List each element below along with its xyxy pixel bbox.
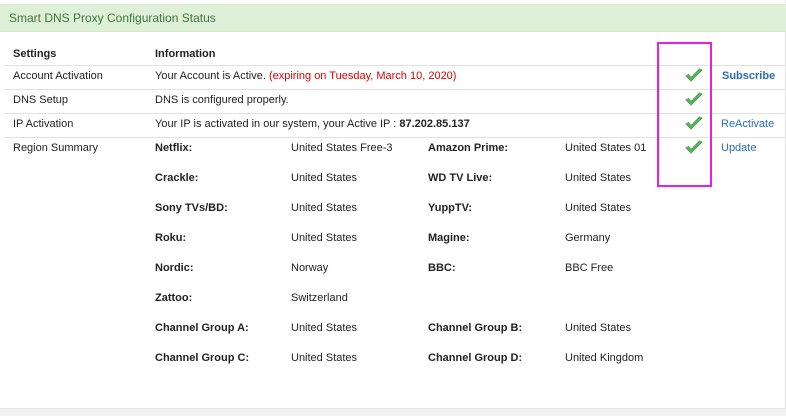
region-label: WD TV Live: — [428, 172, 493, 184]
region-label: Amazon Prime: — [428, 142, 509, 154]
region-value: United States — [291, 322, 358, 334]
update-link[interactable]: Update — [721, 141, 756, 155]
status-panel: Smart DNS Proxy Configuration Status Set… — [0, 0, 786, 408]
region-value: United States — [291, 202, 358, 214]
reactivate-link[interactable]: ReActivate — [721, 117, 774, 131]
region-value: Norway — [291, 262, 329, 274]
panel-title: Smart DNS Proxy Configuration Status — [9, 11, 216, 25]
region-label: Nordic: — [155, 262, 194, 274]
setting-dns-setup: DNS Setup — [13, 94, 69, 106]
region-label: BBC: — [428, 262, 456, 274]
region-label: Sony TVs/BD: — [155, 202, 228, 214]
region-label: Channel Group C: — [155, 352, 250, 364]
region-label: Netflix: — [155, 142, 193, 154]
region-value: United States — [565, 322, 632, 334]
account-status-text: Your Account is Active. — [155, 70, 266, 82]
panel-header: Smart DNS Proxy Configuration Status — [0, 4, 786, 32]
region-label: Roku: — [155, 232, 187, 244]
region-value: Switzerland — [291, 292, 348, 304]
setting-account-activation: Account Activation — [13, 70, 103, 82]
subscribe-link[interactable]: Subscribe — [722, 69, 775, 83]
region-label: Channel Group D: — [428, 352, 523, 364]
region-value: United States — [565, 172, 632, 184]
region-value: United States — [291, 352, 358, 364]
dns-status-text: DNS is configured properly. — [155, 94, 289, 106]
region-label: Zattoo: — [155, 292, 193, 304]
region-label: Channel Group A: — [155, 322, 249, 334]
region-value: United States — [291, 232, 358, 244]
ip-status-text: Your IP is activated in our system, your… — [155, 118, 400, 130]
column-header-settings: Settings — [13, 48, 57, 60]
region-label: Magine: — [428, 232, 470, 244]
region-value: United Kingdom — [565, 352, 644, 364]
highlight-box — [657, 42, 712, 187]
region-value: United States Free-3 — [291, 142, 393, 154]
setting-ip-activation: IP Activation — [13, 118, 74, 130]
region-value: United States 01 — [565, 142, 647, 154]
region-value: United States — [565, 202, 632, 214]
bottom-divider — [0, 408, 786, 416]
region-label: YuppTV: — [428, 202, 472, 214]
region-label: Crackle: — [155, 172, 199, 184]
region-label: Channel Group B: — [428, 322, 523, 334]
setting-region-summary: Region Summary — [13, 142, 98, 154]
ip-status: Your IP is activated in our system, your… — [155, 117, 470, 131]
region-value: United States — [291, 172, 358, 184]
account-expiry: (expiring on Tuesday, March 10, 2020) — [268, 70, 457, 82]
account-status: Your Account is Active. (expiring on Tue… — [155, 69, 456, 83]
region-value: Germany — [565, 232, 611, 244]
column-header-information: Information — [155, 48, 216, 60]
region-value: BBC Free — [565, 262, 614, 274]
active-ip-value: 87.202.85.137 — [399, 118, 470, 130]
